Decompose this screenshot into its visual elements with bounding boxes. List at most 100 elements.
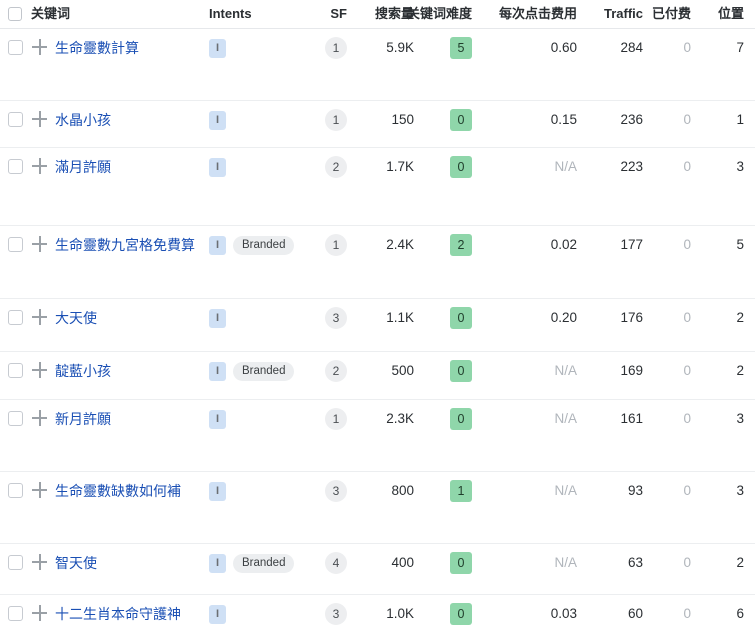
table-row[interactable]: 大天使 I 3 1.1K 0 0.20 176 0 2 (0, 299, 755, 352)
intent-badge-informational[interactable]: I (209, 157, 226, 177)
plus-icon[interactable] (32, 110, 49, 129)
keyword-link[interactable]: 智天使 (55, 544, 97, 582)
row-checkbox[interactable] (8, 363, 23, 378)
intent-badge-informational[interactable]: I (209, 38, 226, 58)
intent-badge-informational[interactable]: I (209, 308, 226, 328)
sf-badge[interactable]: 1 (325, 234, 347, 256)
plus-icon[interactable] (32, 481, 49, 500)
plus-icon[interactable] (32, 361, 49, 380)
kd-badge[interactable]: 0 (450, 552, 472, 574)
intent-badge-informational[interactable]: I (209, 361, 226, 381)
kd-badge[interactable]: 5 (450, 37, 472, 59)
paid-value: 0 (683, 411, 691, 426)
plus-icon[interactable] (32, 38, 49, 57)
kd-badge[interactable]: 0 (450, 360, 472, 382)
kd-badge[interactable]: 0 (450, 603, 472, 625)
keyword-link[interactable]: 大天使 (55, 299, 97, 337)
intents-cell: I (209, 595, 226, 633)
kd-badge[interactable]: 0 (450, 156, 472, 178)
row-checkbox[interactable] (8, 40, 23, 55)
table-row[interactable]: 滿月許願 I 2 1.7K 0 N/A 223 0 3 (0, 148, 755, 226)
traffic-value: 93 (627, 483, 643, 498)
table-row[interactable]: 生命靈數九宮格免費算 I Branded 1 2.4K 2 0.02 177 0 … (0, 226, 755, 299)
keyword-link[interactable]: 靛藍小孩 (55, 352, 111, 390)
column-header-traffic[interactable]: Traffic (604, 0, 643, 28)
intent-badge-informational[interactable]: I (209, 481, 226, 501)
sf-badge[interactable]: 2 (325, 360, 347, 382)
cpc-value: 0.15 (550, 112, 577, 127)
keyword-link[interactable]: 新月許願 (55, 400, 111, 438)
sf-badge[interactable]: 2 (325, 156, 347, 178)
column-header-paid[interactable]: 已付费 (652, 0, 691, 28)
kd-badge[interactable]: 0 (450, 109, 472, 131)
plus-icon[interactable] (32, 235, 49, 254)
keyword-link[interactable]: 生命靈數計算 (55, 29, 139, 67)
branded-badge[interactable]: Branded (233, 235, 295, 255)
kd-badge[interactable]: 0 (450, 307, 472, 329)
traffic-value: 169 (620, 363, 643, 378)
plus-icon[interactable] (32, 604, 49, 623)
kd-badge[interactable]: 1 (450, 480, 472, 502)
sf-cell: 1 (325, 29, 347, 67)
plus-icon[interactable] (32, 409, 49, 428)
keyword-link[interactable]: 十二生肖本命守護神 (55, 595, 181, 633)
row-checkbox[interactable] (8, 310, 23, 325)
table-row[interactable]: 十二生肖本命守護神 I 3 1.0K 0 0.03 60 0 6 (0, 595, 755, 640)
paid-value: 0 (683, 112, 691, 127)
row-checkbox[interactable] (8, 483, 23, 498)
row-checkbox[interactable] (8, 112, 23, 127)
column-header-cpc[interactable]: 每次点击费用 (499, 0, 577, 28)
sf-badge[interactable]: 3 (325, 480, 347, 502)
volume-value: 1.7K (386, 159, 414, 174)
row-checkbox[interactable] (8, 237, 23, 252)
kd-badge[interactable]: 0 (450, 408, 472, 430)
select-all-checkbox[interactable] (8, 7, 22, 21)
intent-badge-informational[interactable]: I (209, 110, 226, 130)
position-value: 2 (736, 363, 744, 378)
sf-badge[interactable]: 1 (325, 109, 347, 131)
intents-cell: I (209, 148, 226, 186)
column-header-sf[interactable]: SF (330, 0, 347, 28)
position-value: 7 (736, 40, 744, 55)
table-row[interactable]: 智天使 I Branded 4 400 0 N/A 63 0 2 (0, 544, 755, 595)
traffic-value: 161 (620, 411, 643, 426)
sf-badge[interactable]: 3 (325, 603, 347, 625)
row-checkbox[interactable] (8, 555, 23, 570)
plus-icon[interactable] (32, 308, 49, 327)
column-header-intents[interactable]: Intents (209, 0, 252, 28)
table-row[interactable]: 生命靈數缺數如何補 I 3 800 1 N/A 93 0 3 (0, 472, 755, 544)
sf-badge[interactable]: 1 (325, 37, 347, 59)
volume-value: 1.0K (386, 606, 414, 621)
branded-badge[interactable]: Branded (233, 553, 295, 573)
table-row[interactable]: 新月許願 I 1 2.3K 0 N/A 161 0 3 (0, 400, 755, 472)
intent-badge-informational[interactable]: I (209, 553, 226, 573)
column-header-keyword[interactable]: 关键词 (31, 0, 70, 28)
row-checkbox[interactable] (8, 159, 23, 174)
table-row[interactable]: 靛藍小孩 I Branded 2 500 0 N/A 169 0 2 (0, 352, 755, 400)
keyword-link[interactable]: 水晶小孩 (55, 101, 111, 139)
row-checkbox[interactable] (8, 606, 23, 621)
intent-badge-informational[interactable]: I (209, 235, 226, 255)
intent-badge-informational[interactable]: I (209, 604, 226, 624)
position-value: 6 (736, 606, 744, 621)
intent-badge-informational[interactable]: I (209, 409, 226, 429)
row-checkbox[interactable] (8, 411, 23, 426)
intents-cell: I (209, 101, 226, 139)
paid-value: 0 (683, 310, 691, 325)
plus-icon[interactable] (32, 157, 49, 176)
keyword-link[interactable]: 生命靈數九宮格免費算 (55, 226, 195, 264)
keyword-link[interactable]: 滿月許願 (55, 148, 111, 186)
column-header-position[interactable]: 位置 (718, 0, 744, 28)
paid-value: 0 (683, 606, 691, 621)
kd-badge[interactable]: 2 (450, 234, 472, 256)
sf-badge[interactable]: 1 (325, 408, 347, 430)
sf-badge[interactable]: 4 (325, 552, 347, 574)
sf-badge[interactable]: 3 (325, 307, 347, 329)
table-row[interactable]: 生命靈數計算 I 1 5.9K 5 0.60 284 0 7 (0, 29, 755, 101)
plus-icon[interactable] (32, 553, 49, 572)
keyword-link[interactable]: 生命靈數缺數如何補 (55, 472, 181, 510)
sf-cell: 1 (325, 226, 347, 264)
table-row[interactable]: 水晶小孩 I 1 150 0 0.15 236 0 1 (0, 101, 755, 148)
branded-badge[interactable]: Branded (233, 361, 295, 381)
column-header-kd[interactable]: 关键词难度 (407, 0, 472, 28)
